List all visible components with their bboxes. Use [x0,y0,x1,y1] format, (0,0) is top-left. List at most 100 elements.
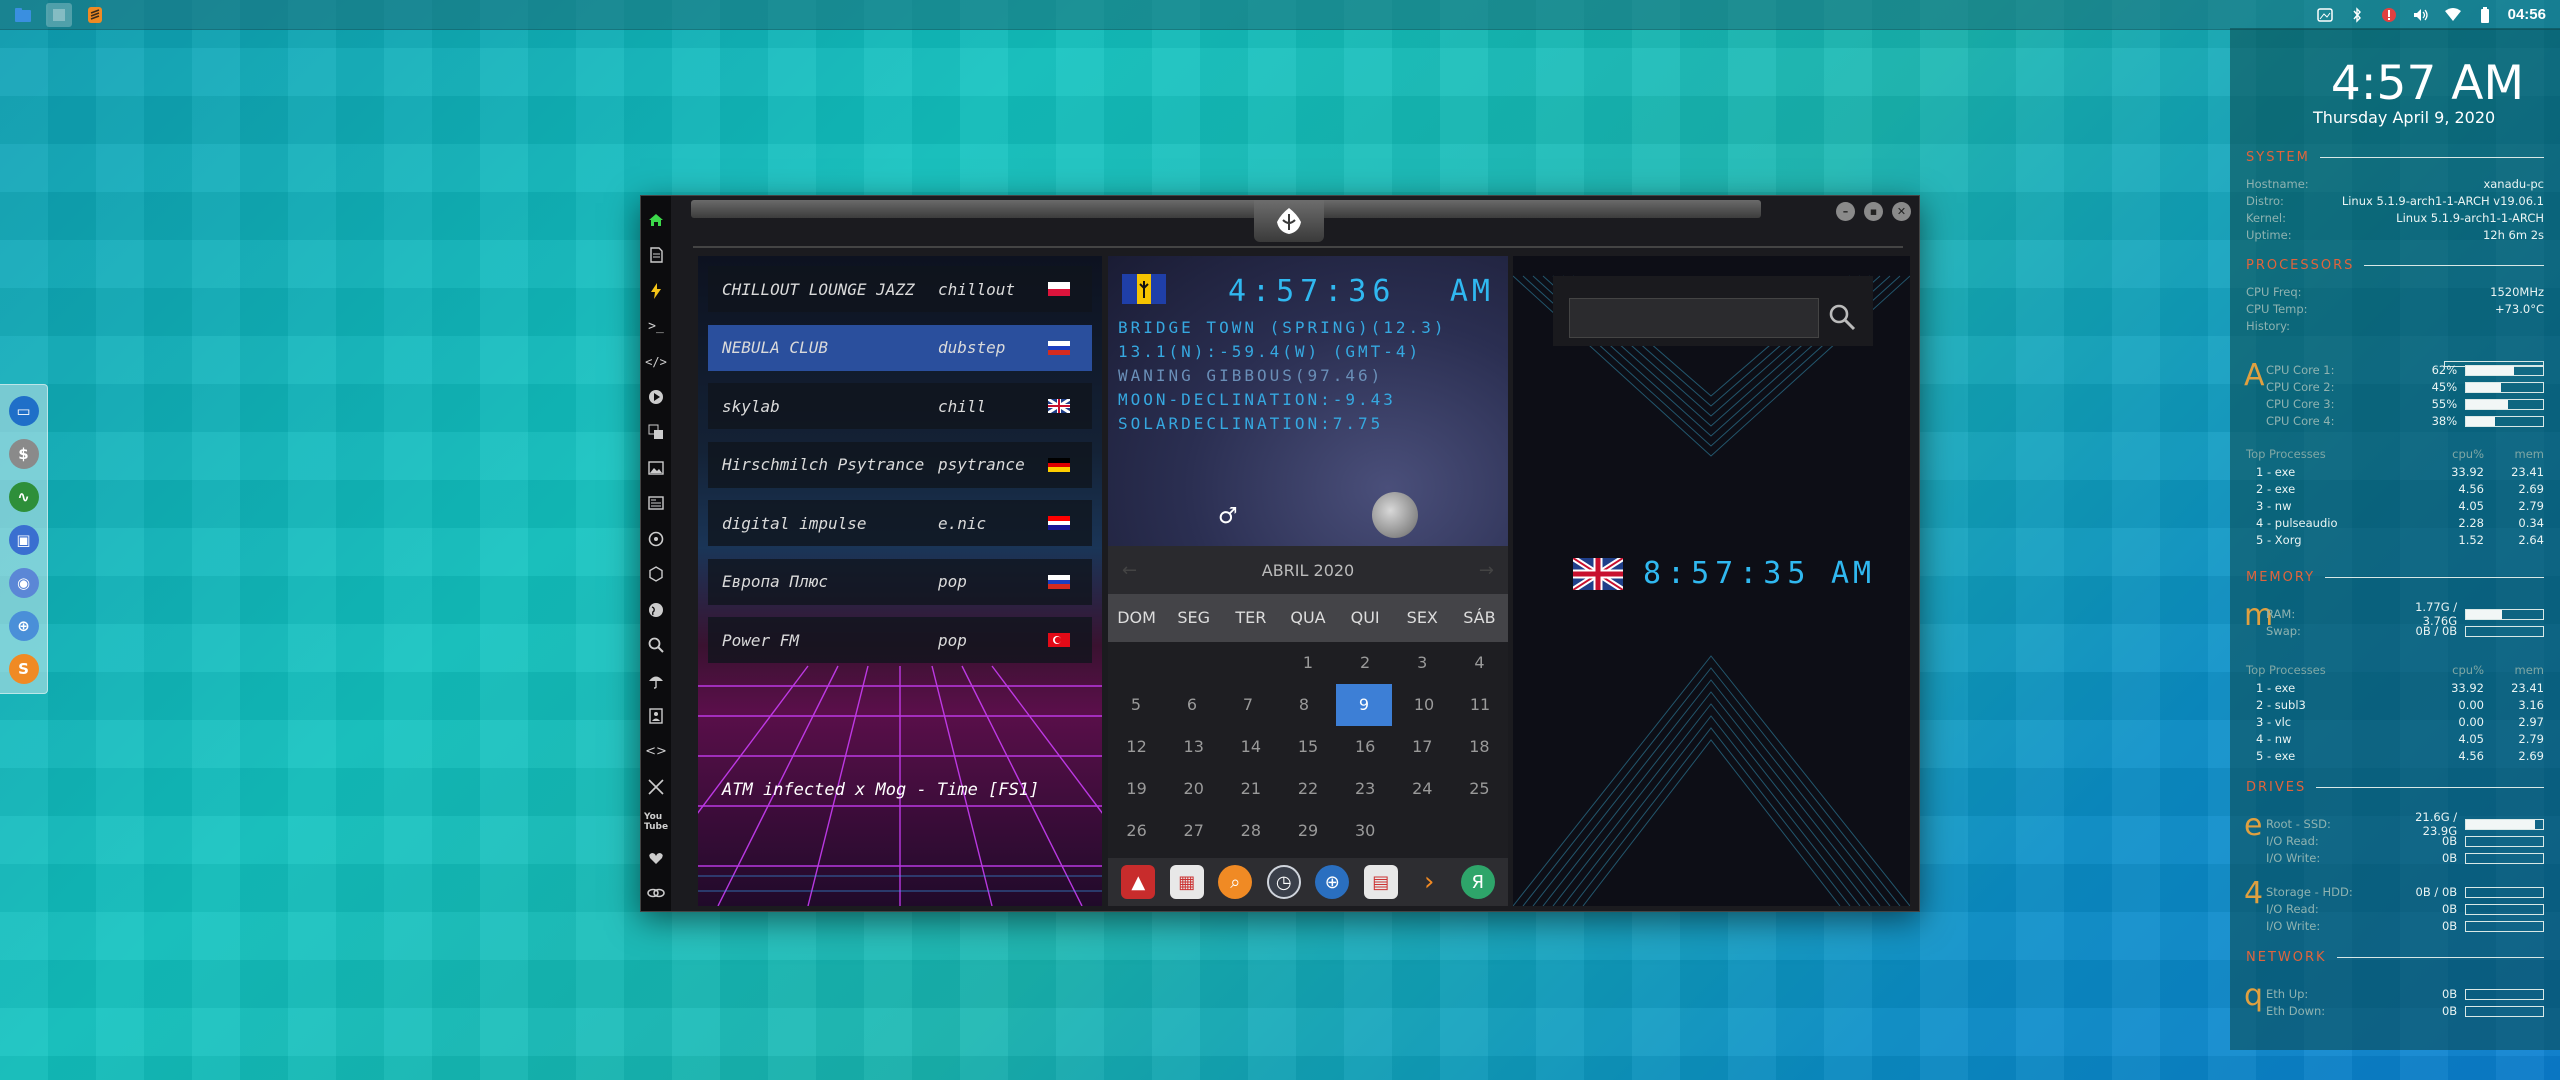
prev-month-button[interactable]: ← [1122,560,1137,581]
home-icon[interactable] [641,202,671,237]
search-icon[interactable] [1827,302,1857,332]
station-row[interactable]: CHILLOUT LOUNGE JAZZ chillout [708,266,1092,312]
globe-icon[interactable] [641,592,671,627]
arrow-app-icon[interactable]: › [1412,865,1446,899]
conky-key: CPU Core 3: [2266,397,2335,411]
station-row[interactable]: digital impulse e.nic [708,500,1092,546]
astro-line: MOON-DECLINATION:-9.43 [1118,390,1396,409]
red-app-icon[interactable]: ▲ [1121,865,1156,899]
station-row[interactable]: Power FM pop [708,617,1092,663]
files-icon[interactable] [10,3,36,27]
station-row[interactable]: skylab chill [708,383,1092,429]
expand-icon[interactable] [641,769,671,804]
lightning-icon[interactable] [641,273,671,308]
link-icon[interactable] [641,876,671,911]
schedule-app-icon[interactable]: ▤ [1363,865,1398,899]
image-icon[interactable] [641,450,671,485]
money-app-icon[interactable]: $ [7,436,41,472]
window-titlebar[interactable] [691,200,1761,218]
calendar-day[interactable]: 16 [1337,726,1394,768]
warning-icon[interactable] [2380,6,2398,24]
calendar-day[interactable]: 30 [1337,810,1394,852]
calendar-day[interactable]: 3 [1394,642,1451,684]
calendar-day[interactable]: 26 [1108,810,1165,852]
contact-icon[interactable] [641,698,671,733]
calendar-day[interactable]: 4 [1451,642,1508,684]
astro-line: 13.1(N):-59.4(W) (GMT-4) [1118,342,1422,361]
sublime-app-icon[interactable]: S [7,651,41,687]
topbar-clock[interactable]: 04:56 [2508,6,2546,23]
document-icon[interactable] [641,237,671,272]
calendar-day[interactable]: 11 [1452,684,1508,726]
calendar-day[interactable]: 10 [1396,684,1452,726]
station-row[interactable]: Hirschmilch Psytrance psytrance [708,441,1092,488]
umbrella-icon[interactable] [641,663,671,698]
heart-icon[interactable] [641,840,671,875]
window-button[interactable] [46,2,72,27]
calendar-day[interactable]: 13 [1165,726,1222,768]
bluetooth-icon[interactable] [2348,6,2366,24]
dock-app-glyph: $ [8,439,39,469]
clock-app-icon[interactable]: ◷ [1266,865,1301,899]
terminal-icon[interactable]: >_ [641,308,671,343]
monitor-app-icon[interactable]: ∿ [7,479,41,515]
close-icon[interactable]: ✕ [1892,202,1911,221]
code-icon[interactable]: </> [641,344,671,379]
hexagon-icon[interactable] [641,557,671,592]
globe-app-icon[interactable]: ⊕ [7,608,41,644]
minimize-icon[interactable]: – [1836,202,1855,221]
calendar-day[interactable]: 2 [1337,642,1394,684]
rebel-icon[interactable] [641,521,671,556]
battery-icon[interactable] [2476,6,2494,24]
process-mem: 0.34 [2518,516,2544,530]
calendar-day[interactable]: 22 [1279,768,1336,810]
calendar-day[interactable]: 17 [1394,726,1451,768]
calendar-day[interactable]: 23 [1337,768,1394,810]
volume-icon[interactable] [2412,6,2430,24]
calendar-day[interactable]: 21 [1222,768,1279,810]
screen-app-icon[interactable]: ▣ [7,522,41,558]
news-icon[interactable] [641,486,671,521]
calendar-day [1394,810,1451,852]
globe-app-icon[interactable]: ⊕ [1315,865,1350,899]
calendar-day[interactable]: 1 [1279,642,1336,684]
calendar-day[interactable]: 28 [1222,810,1279,852]
station-row[interactable]: NEBULA CLUB dubstep [708,324,1092,371]
top-processes-header: Top Processes cpu% mem [2246,447,2544,461]
files-app-icon[interactable]: ▭ [7,393,41,429]
conky-value: Linux 5.1.9-arch1-1-ARCH [2396,211,2544,225]
translate-icon[interactable] [641,415,671,450]
calendar-day[interactable]: 7 [1220,684,1276,726]
calendar-day[interactable]: 24 [1394,768,1451,810]
calendar-app-icon[interactable]: ▦ [1169,865,1204,899]
play-icon[interactable] [641,379,671,414]
calendar-day[interactable]: 14 [1222,726,1279,768]
tag-icon[interactable]: <> [641,734,671,769]
process-name: 2 - subl3 [2256,698,2306,712]
station-row[interactable]: Европа Плюс pop [708,558,1092,605]
yandex-app-icon[interactable]: Я [1460,865,1495,899]
calendar-day[interactable]: 18 [1451,726,1508,768]
calendar-day[interactable]: 8 [1276,684,1332,726]
chrome-app-icon[interactable]: ◉ [7,565,41,601]
calendar-day[interactable]: 6 [1164,684,1220,726]
screenshot-icon[interactable] [2316,6,2334,24]
calendar-day[interactable]: 25 [1451,768,1508,810]
wifi-icon[interactable] [2444,6,2462,24]
conky-key: I/O Read: [2266,834,2319,848]
calendar-day[interactable]: 5 [1108,684,1164,726]
calendar-day[interactable]: 20 [1165,768,1222,810]
sublime-icon[interactable] [82,3,108,27]
calendar-day[interactable]: 29 [1279,810,1336,852]
calendar-today[interactable]: 9 [1336,684,1392,726]
search-icon[interactable] [641,627,671,662]
city-search-input[interactable] [1569,298,1819,338]
maximize-icon[interactable]: ▪ [1864,202,1883,221]
youtube-icon[interactable]: You Tube [641,805,671,840]
next-month-button[interactable]: → [1479,560,1494,581]
search-app-icon[interactable]: ⌕ [1218,865,1253,899]
calendar-day[interactable]: 19 [1108,768,1165,810]
calendar-day[interactable]: 12 [1108,726,1165,768]
calendar-day[interactable]: 27 [1165,810,1222,852]
calendar-day[interactable]: 15 [1279,726,1336,768]
